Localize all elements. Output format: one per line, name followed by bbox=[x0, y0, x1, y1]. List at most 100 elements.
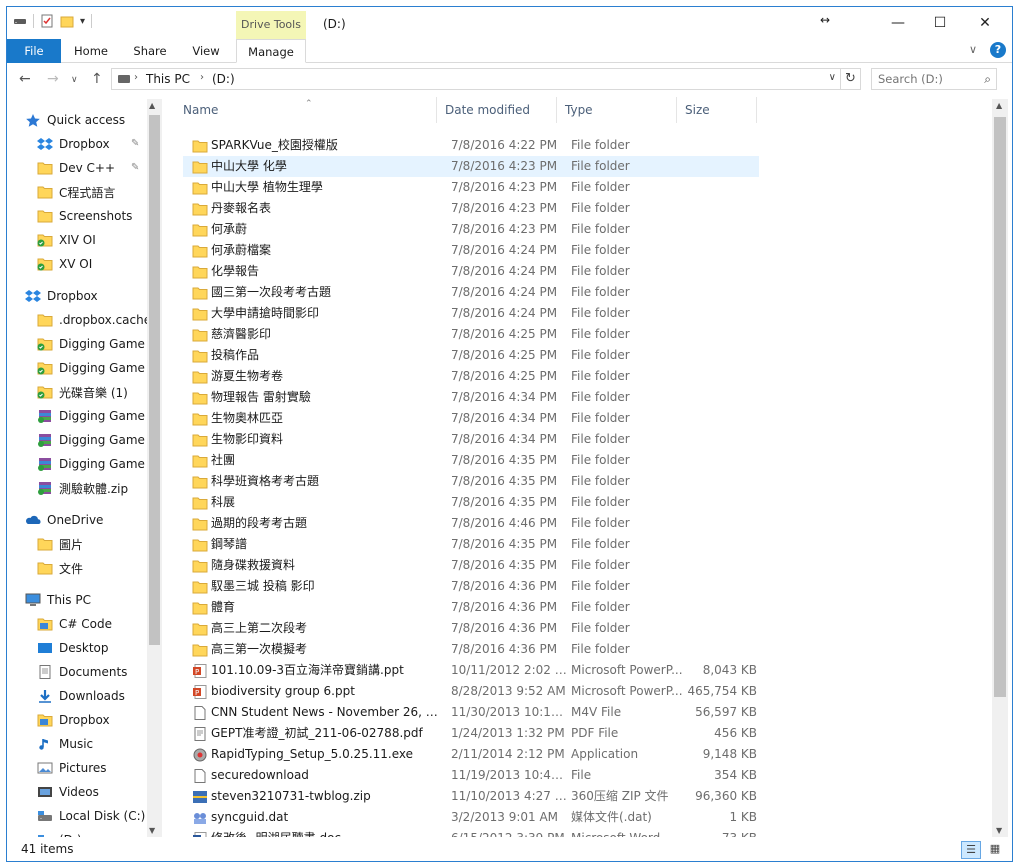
nav-item[interactable]: OneDrive bbox=[25, 509, 162, 531]
nav-item[interactable]: Downloads bbox=[37, 685, 162, 707]
search-box[interactable]: ⌕ bbox=[871, 68, 997, 90]
new-folder-icon[interactable] bbox=[60, 14, 74, 28]
nav-item[interactable]: Desktop bbox=[37, 637, 162, 659]
breadcrumb-this-pc[interactable]: This PC bbox=[146, 72, 190, 86]
tab-manage[interactable]: Manage bbox=[236, 39, 306, 63]
file-row[interactable]: 隨身碟救援資料 7/8/2016 4:35 PM File folder bbox=[183, 555, 759, 576]
nav-item[interactable]: This PC bbox=[25, 589, 162, 611]
file-row[interactable]: 體育 7/8/2016 4:36 PM File folder bbox=[183, 597, 759, 618]
file-row[interactable]: 社團 7/8/2016 4:35 PM File folder bbox=[183, 450, 759, 471]
nav-item[interactable]: Dev C++ bbox=[37, 157, 162, 179]
help-icon[interactable]: ? bbox=[990, 42, 1006, 58]
back-arrow-icon[interactable]: ← bbox=[19, 71, 31, 87]
file-row[interactable]: 何承蔚檔案 7/8/2016 4:24 PM File folder bbox=[183, 240, 759, 261]
nav-item[interactable]: 圖片 bbox=[37, 533, 162, 555]
refresh-icon[interactable]: ↻ bbox=[841, 68, 861, 90]
nav-item[interactable]: 測驗軟體.zip bbox=[37, 477, 162, 499]
forward-arrow-icon[interactable]: → bbox=[47, 71, 59, 87]
file-row[interactable]: 投稿作品 7/8/2016 4:25 PM File folder bbox=[183, 345, 759, 366]
file-row[interactable]: 中山大學 化學 7/8/2016 4:23 PM File folder bbox=[183, 156, 759, 177]
file-row[interactable]: P 101.10.09-3百立海洋帝寶銷講.ppt 10/11/2012 2:02 … bbox=[183, 660, 759, 681]
nav-item[interactable]: Videos bbox=[37, 781, 162, 803]
nav-item[interactable]: XV OI bbox=[37, 253, 162, 275]
nav-scroll-thumb[interactable] bbox=[149, 115, 160, 645]
tab-home[interactable]: Home bbox=[65, 39, 117, 63]
tab-share[interactable]: Share bbox=[125, 39, 175, 63]
nav-item[interactable]: Screenshots bbox=[37, 205, 162, 227]
search-icon[interactable]: ⌕ bbox=[984, 72, 991, 87]
scroll-down-icon[interactable]: ▼ bbox=[149, 826, 155, 835]
file-list-scrollbar[interactable]: ▲ ▼ bbox=[992, 99, 1008, 837]
scroll-down-icon[interactable]: ▼ bbox=[996, 826, 1002, 835]
tab-view[interactable]: View bbox=[182, 39, 230, 63]
scroll-up-icon[interactable]: ▲ bbox=[149, 101, 155, 110]
file-row[interactable]: 物理報告 雷射實驗 7/8/2016 4:34 PM File folder bbox=[183, 387, 759, 408]
breadcrumb-d-drive[interactable]: (D:) bbox=[212, 72, 235, 86]
nav-item[interactable]: Quick access bbox=[25, 109, 162, 131]
file-row[interactable]: 游夏生物考卷 7/8/2016 4:25 PM File folder bbox=[183, 366, 759, 387]
file-row[interactable]: 國三第一次段考考古題 7/8/2016 4:24 PM File folder bbox=[183, 282, 759, 303]
column-header-size[interactable]: Size bbox=[677, 97, 757, 123]
file-row[interactable]: 化學報告 7/8/2016 4:24 PM File folder bbox=[183, 261, 759, 282]
nav-item[interactable]: Documents bbox=[37, 661, 162, 683]
column-header-type[interactable]: Type bbox=[557, 97, 677, 123]
file-row[interactable]: 馭墨三城 投稿 影印 7/8/2016 4:36 PM File folder bbox=[183, 576, 759, 597]
file-row[interactable]: 丹麥報名表 7/8/2016 4:23 PM File folder bbox=[183, 198, 759, 219]
file-row[interactable]: RapidTyping_Setup_5.0.25.11.exe 2/11/2014… bbox=[183, 744, 759, 765]
file-row[interactable]: SPARKVue_校園授權版 7/8/2016 4:22 PM File folde… bbox=[183, 135, 759, 156]
nav-item[interactable]: Dropbox bbox=[25, 285, 162, 307]
nav-item[interactable]: Local Disk (C:) bbox=[37, 805, 162, 827]
nav-item[interactable]: .dropbox.cache bbox=[37, 309, 162, 331]
tab-file[interactable]: File bbox=[7, 39, 61, 63]
nav-item[interactable]: Digging Game 2 bbox=[37, 429, 162, 451]
chevron-down-icon[interactable]: ∨ bbox=[969, 43, 977, 56]
nav-item[interactable]: Digging Game 2 bbox=[37, 357, 162, 379]
breadcrumb-separator-icon[interactable]: › bbox=[200, 72, 204, 83]
file-row[interactable]: 科展 7/8/2016 4:35 PM File folder bbox=[183, 492, 759, 513]
nav-item[interactable]: Digging Game 2 bbox=[37, 333, 162, 355]
file-row[interactable]: GEPT准考證_初試_211-06-02788.pdf 1/24/2013 1:3… bbox=[183, 723, 759, 744]
breadcrumb-separator-icon[interactable]: › bbox=[134, 72, 138, 83]
file-row[interactable]: 中山大學 植物生理學 7/8/2016 4:23 PM File folder bbox=[183, 177, 759, 198]
scroll-up-icon[interactable]: ▲ bbox=[996, 101, 1002, 110]
drive-icon[interactable] bbox=[13, 14, 27, 28]
file-row[interactable]: 科學班資格考考古題 7/8/2016 4:35 PM File folder bbox=[183, 471, 759, 492]
nav-item[interactable]: C程式語言 bbox=[37, 181, 162, 203]
nav-item[interactable]: XIV OI bbox=[37, 229, 162, 251]
details-view-icon[interactable]: ☰ bbox=[961, 841, 981, 859]
nav-scrollbar[interactable]: ▲ ▼ bbox=[147, 99, 162, 837]
file-row[interactable]: Pbiodiversity group 6.ppt 8/28/2013 9:52 … bbox=[183, 681, 759, 702]
nav-item[interactable]: 光碟音樂 (1) bbox=[37, 381, 162, 403]
file-row[interactable]: 何承蔚 7/8/2016 4:23 PM File folder bbox=[183, 219, 759, 240]
file-row[interactable]: 高三上第二次段考 7/8/2016 4:36 PM File folder bbox=[183, 618, 759, 639]
column-header-date[interactable]: Date modified bbox=[437, 97, 557, 123]
large-icons-view-icon[interactable]: ▦ bbox=[985, 841, 1005, 859]
file-row[interactable]: 生物奧林匹亞 7/8/2016 4:34 PM File folder bbox=[183, 408, 759, 429]
nav-item[interactable]: Digging Game 2 bbox=[37, 405, 162, 427]
minimize-button[interactable]: — bbox=[875, 7, 921, 39]
close-button[interactable]: ✕ bbox=[962, 7, 1008, 39]
nav-item[interactable]: C# Code bbox=[37, 613, 162, 635]
nav-item[interactable]: Dropbox bbox=[37, 133, 162, 155]
properties-icon[interactable] bbox=[40, 14, 54, 28]
file-row[interactable]: CNN Student News - November 26, 2013... 1… bbox=[183, 702, 759, 723]
file-row[interactable]: syncguid.dat 3/2/2013 9:01 AM 媒体文件(.dat) 1 … bbox=[183, 807, 759, 828]
search-input[interactable] bbox=[878, 70, 978, 88]
file-row[interactable]: 生物影印資料 7/8/2016 4:34 PM File folder bbox=[183, 429, 759, 450]
up-arrow-icon[interactable]: ↑ bbox=[91, 71, 103, 87]
recent-locations-icon[interactable]: ∨ bbox=[71, 75, 78, 85]
file-row[interactable]: W修改後--明湖居聽書.doc6/15/2012 3:39 PMMicrosof… bbox=[183, 828, 759, 837]
file-list-scroll-thumb[interactable] bbox=[994, 117, 1006, 697]
nav-item[interactable]: 文件 bbox=[37, 557, 162, 579]
nav-item[interactable]: Dropbox bbox=[37, 709, 162, 731]
maximize-button[interactable]: ☐ bbox=[917, 7, 963, 39]
file-row[interactable]: 慈濟醫影印 7/8/2016 4:25 PM File folder bbox=[183, 324, 759, 345]
address-dropdown-icon[interactable]: ∨ bbox=[829, 72, 836, 83]
file-row[interactable]: 大學申請搶時間影印 7/8/2016 4:24 PM File folder bbox=[183, 303, 759, 324]
nav-item[interactable]: (D:) bbox=[37, 829, 162, 837]
qat-customize-icon[interactable]: ▾ bbox=[80, 16, 85, 27]
file-row[interactable]: securedownload 11/19/2013 10:41 ... File 35… bbox=[183, 765, 759, 786]
nav-item[interactable]: Digging Game 2 bbox=[37, 453, 162, 475]
file-row[interactable]: steven3210731-twblog.zip 11/10/2013 4:27 … bbox=[183, 786, 759, 807]
file-row[interactable]: 過期的段考考古題 7/8/2016 4:46 PM File folder bbox=[183, 513, 759, 534]
